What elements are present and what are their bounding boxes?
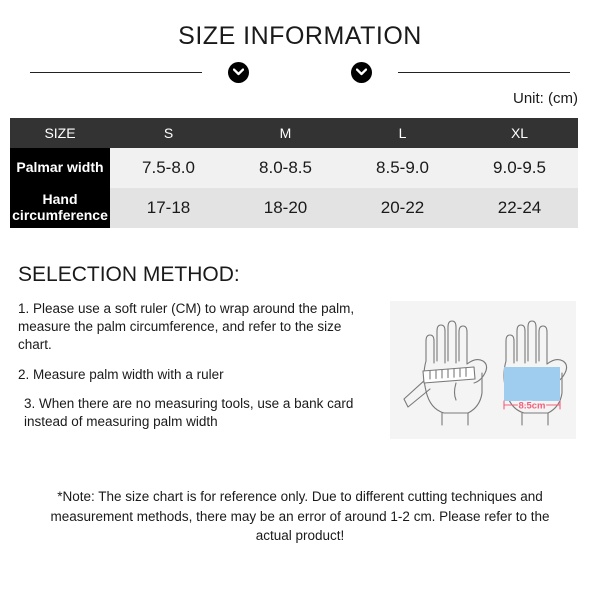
cell-palmar-width-xl: 9.0-9.5 bbox=[461, 148, 578, 188]
selection-step-1: 1. Please use a soft ruler (CM) to wrap … bbox=[18, 301, 355, 353]
cell-hand-circumference-s: 17-18 bbox=[110, 188, 227, 228]
divider-line-right bbox=[398, 71, 570, 73]
chevron-down-icon bbox=[228, 61, 249, 83]
cell-hand-circumference-xl: 22-24 bbox=[461, 188, 578, 228]
page-title: SIZE INFORMATION bbox=[178, 22, 422, 50]
chevron-down-icon bbox=[351, 61, 372, 83]
hand-with-ruler-icon bbox=[403, 320, 488, 426]
cell-palmar-width-s: 7.5-8.0 bbox=[110, 148, 227, 188]
selection-step-3: 3. When there are no measuring tools, us… bbox=[24, 395, 354, 430]
table-header-row: SIZE S M L XL bbox=[10, 118, 578, 148]
table-header-size-s: S bbox=[110, 118, 227, 148]
selection-step-2: 2. Measure palm width with a ruler bbox=[18, 366, 224, 382]
unit-label: Unit: (cm) bbox=[513, 90, 578, 107]
table-header-size-xl: XL bbox=[461, 118, 578, 148]
measurement-illustration: 8.5cm bbox=[390, 301, 576, 439]
cell-palmar-width-m: 8.0-8.5 bbox=[227, 148, 344, 188]
table-header-size-l: L bbox=[344, 118, 461, 148]
card-measure-label: 8.5cm bbox=[519, 401, 546, 412]
cell-hand-circumference-m: 18-20 bbox=[227, 188, 344, 228]
cell-palmar-width-l: 8.5-9.0 bbox=[344, 148, 461, 188]
row-label-palmar-width: Palmar width bbox=[10, 148, 110, 188]
table-row: Hand circumference 17-18 18-20 20-22 22-… bbox=[10, 188, 578, 228]
divider-line-left bbox=[30, 71, 202, 73]
cell-hand-circumference-l: 20-22 bbox=[344, 188, 461, 228]
bank-card-shape bbox=[504, 367, 560, 401]
row-label-hand-circumference: Hand circumference bbox=[10, 188, 110, 228]
footer-note: *Note: The size chart is for reference o… bbox=[50, 489, 550, 544]
table-header-size-m: M bbox=[227, 118, 344, 148]
selection-method-title: SELECTION METHOD: bbox=[18, 263, 240, 286]
title-divider bbox=[30, 60, 570, 84]
table-row: Palmar width 7.5-8.0 8.0-8.5 8.5-9.0 9.0… bbox=[10, 148, 578, 188]
selection-method-steps: 1. Please use a soft ruler (CM) to wrap … bbox=[18, 300, 373, 431]
size-table: SIZE S M L XL Palmar width 7.5-8.0 8.0-8… bbox=[10, 118, 578, 228]
table-corner-label: SIZE bbox=[10, 118, 110, 148]
